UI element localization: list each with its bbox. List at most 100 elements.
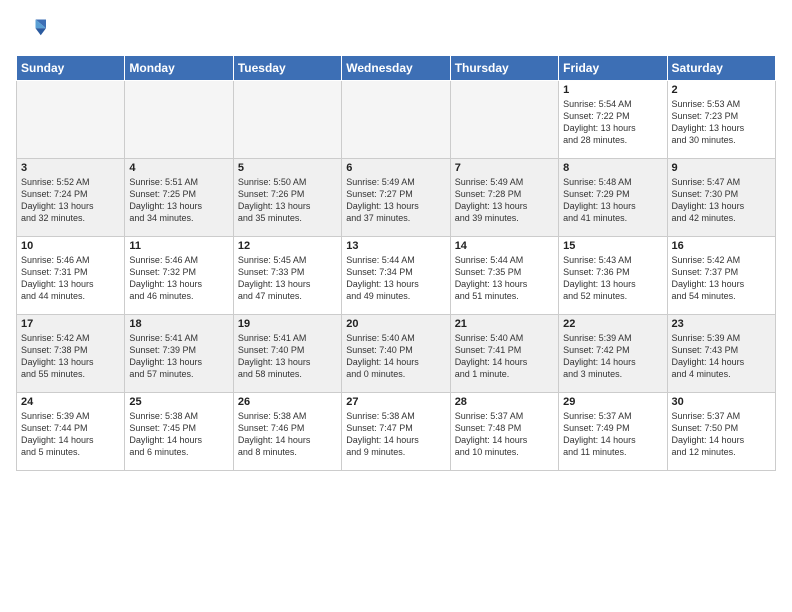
day-number: 16 (672, 240, 771, 252)
day-info: Sunrise: 5:53 AMSunset: 7:23 PMDaylight:… (672, 98, 771, 147)
page: SundayMondayTuesdayWednesdayThursdayFrid… (0, 0, 792, 612)
day-info: Sunrise: 5:51 AMSunset: 7:25 PMDaylight:… (129, 176, 228, 225)
day-header-thursday: Thursday (450, 56, 558, 81)
calendar-cell: 10 Sunrise: 5:46 AMSunset: 7:31 PMDayligh… (17, 237, 125, 315)
day-info: Sunrise: 5:43 AMSunset: 7:36 PMDaylight:… (563, 254, 662, 303)
calendar-cell: 13Sunrise: 5:44 AMSunset: 7:34 PMDayligh… (342, 237, 450, 315)
calendar-cell: 6 Sunrise: 5:49 AMSunset: 7:27 PMDaylight… (342, 159, 450, 237)
day-header-sunday: Sunday (17, 56, 125, 81)
calendar-cell: 15 Sunrise: 5:43 AMSunset: 7:36 PMDayligh… (559, 237, 667, 315)
calendar-cell (450, 81, 558, 159)
day-number: 22 (563, 318, 662, 330)
day-number: 6 (346, 162, 445, 174)
day-info: Sunrise: 5:49 AMSunset: 7:27 PMDaylight:… (346, 176, 445, 225)
day-info: Sunrise: 5:38 AMSunset: 7:46 PMDaylight:… (238, 410, 337, 459)
day-number: 3 (21, 162, 120, 174)
calendar-cell (125, 81, 233, 159)
day-info: Sunrise: 5:45 AMSunset: 7:33 PMDaylight:… (238, 254, 337, 303)
day-info: Sunrise: 5:42 AMSunset: 7:37 PMDaylight:… (672, 254, 771, 303)
calendar-cell: 27 Sunrise: 5:38 AMSunset: 7:47 PMDayligh… (342, 393, 450, 471)
day-header-saturday: Saturday (667, 56, 775, 81)
calendar-cell: 5Sunrise: 5:50 AMSunset: 7:26 PMDaylight… (233, 159, 341, 237)
calendar-cell: 19 Sunrise: 5:41 AMSunset: 7:40 PMDayligh… (233, 315, 341, 393)
calendar-cell: 21 Sunrise: 5:40 AMSunset: 7:41 PMDayligh… (450, 315, 558, 393)
calendar-cell: 16 Sunrise: 5:42 AMSunset: 7:37 PMDayligh… (667, 237, 775, 315)
calendar-week-5: 24 Sunrise: 5:39 AMSunset: 7:44 PMDayligh… (17, 393, 776, 471)
day-number: 17 (21, 318, 120, 330)
day-info: Sunrise: 5:52 AMSunset: 7:24 PMDaylight:… (21, 176, 120, 225)
day-info: Sunrise: 5:46 AMSunset: 7:31 PMDaylight:… (21, 254, 120, 303)
day-info: Sunrise: 5:42 AMSunset: 7:38 PMDaylight:… (21, 332, 120, 381)
logo (16, 16, 46, 49)
day-info: Sunrise: 5:37 AMSunset: 7:48 PMDaylight:… (455, 410, 554, 459)
logo-icon (18, 16, 46, 44)
calendar-cell: 1Sunrise: 5:54 AMSunset: 7:22 PMDaylight… (559, 81, 667, 159)
day-number: 20 (346, 318, 445, 330)
day-info: Sunrise: 5:41 AMSunset: 7:39 PMDaylight:… (129, 332, 228, 381)
calendar-week-1: 1Sunrise: 5:54 AMSunset: 7:22 PMDaylight… (17, 81, 776, 159)
calendar-cell: 24 Sunrise: 5:39 AMSunset: 7:44 PMDayligh… (17, 393, 125, 471)
day-info: Sunrise: 5:47 AMSunset: 7:30 PMDaylight:… (672, 176, 771, 225)
day-number: 23 (672, 318, 771, 330)
day-number: 24 (21, 396, 120, 408)
day-number: 12 (238, 240, 337, 252)
calendar-cell: 4Sunrise: 5:51 AMSunset: 7:25 PMDaylight… (125, 159, 233, 237)
day-header-friday: Friday (559, 56, 667, 81)
day-info: Sunrise: 5:39 AMSunset: 7:43 PMDaylight:… (672, 332, 771, 381)
day-number: 11 (129, 240, 228, 252)
day-number: 9 (672, 162, 771, 174)
calendar-cell: 23 Sunrise: 5:39 AMSunset: 7:43 PMDayligh… (667, 315, 775, 393)
calendar-cell: 8Sunrise: 5:48 AMSunset: 7:29 PMDaylight… (559, 159, 667, 237)
calendar-cell: 25 Sunrise: 5:38 AMSunset: 7:45 PMDayligh… (125, 393, 233, 471)
day-number: 26 (238, 396, 337, 408)
day-header-monday: Monday (125, 56, 233, 81)
calendar: SundayMondayTuesdayWednesdayThursdayFrid… (16, 55, 776, 471)
calendar-cell: 26 Sunrise: 5:38 AMSunset: 7:46 PMDayligh… (233, 393, 341, 471)
calendar-week-2: 3 Sunrise: 5:52 AMSunset: 7:24 PMDaylight… (17, 159, 776, 237)
day-info: Sunrise: 5:37 AMSunset: 7:49 PMDaylight:… (563, 410, 662, 459)
calendar-cell: 7Sunrise: 5:49 AMSunset: 7:28 PMDaylight… (450, 159, 558, 237)
calendar-cell: 3 Sunrise: 5:52 AMSunset: 7:24 PMDaylight… (17, 159, 125, 237)
day-number: 19 (238, 318, 337, 330)
calendar-cell (233, 81, 341, 159)
day-info: Sunrise: 5:39 AMSunset: 7:44 PMDaylight:… (21, 410, 120, 459)
day-info: Sunrise: 5:48 AMSunset: 7:29 PMDaylight:… (563, 176, 662, 225)
day-info: Sunrise: 5:37 AMSunset: 7:50 PMDaylight:… (672, 410, 771, 459)
day-header-wednesday: Wednesday (342, 56, 450, 81)
day-number: 15 (563, 240, 662, 252)
day-info: Sunrise: 5:38 AMSunset: 7:47 PMDaylight:… (346, 410, 445, 459)
calendar-cell: 9 Sunrise: 5:47 AMSunset: 7:30 PMDaylight… (667, 159, 775, 237)
day-info: Sunrise: 5:40 AMSunset: 7:40 PMDaylight:… (346, 332, 445, 381)
calendar-cell: 29 Sunrise: 5:37 AMSunset: 7:49 PMDayligh… (559, 393, 667, 471)
day-info: Sunrise: 5:41 AMSunset: 7:40 PMDaylight:… (238, 332, 337, 381)
day-info: Sunrise: 5:50 AMSunset: 7:26 PMDaylight:… (238, 176, 337, 225)
calendar-cell: 12 Sunrise: 5:45 AMSunset: 7:33 PMDayligh… (233, 237, 341, 315)
day-number: 21 (455, 318, 554, 330)
calendar-cell: 17 Sunrise: 5:42 AMSunset: 7:38 PMDayligh… (17, 315, 125, 393)
calendar-cell: 30Sunrise: 5:37 AMSunset: 7:50 PMDayligh… (667, 393, 775, 471)
day-number: 14 (455, 240, 554, 252)
day-info: Sunrise: 5:39 AMSunset: 7:42 PMDaylight:… (563, 332, 662, 381)
calendar-cell (342, 81, 450, 159)
calendar-cell: 2Sunrise: 5:53 AMSunset: 7:23 PMDaylight… (667, 81, 775, 159)
calendar-cell: 28Sunrise: 5:37 AMSunset: 7:48 PMDayligh… (450, 393, 558, 471)
calendar-cell: 11 Sunrise: 5:46 AMSunset: 7:32 PMDayligh… (125, 237, 233, 315)
day-number: 10 (21, 240, 120, 252)
header-area (16, 16, 776, 49)
day-number: 25 (129, 396, 228, 408)
day-number: 18 (129, 318, 228, 330)
calendar-cell (17, 81, 125, 159)
day-number: 27 (346, 396, 445, 408)
calendar-cell: 20 Sunrise: 5:40 AMSunset: 7:40 PMDayligh… (342, 315, 450, 393)
day-number: 7 (455, 162, 554, 174)
day-info: Sunrise: 5:40 AMSunset: 7:41 PMDaylight:… (455, 332, 554, 381)
day-info: Sunrise: 5:38 AMSunset: 7:45 PMDaylight:… (129, 410, 228, 459)
day-info: Sunrise: 5:54 AMSunset: 7:22 PMDaylight:… (563, 98, 662, 147)
calendar-week-3: 10 Sunrise: 5:46 AMSunset: 7:31 PMDayligh… (17, 237, 776, 315)
day-info: Sunrise: 5:44 AMSunset: 7:35 PMDaylight:… (455, 254, 554, 303)
day-info: Sunrise: 5:46 AMSunset: 7:32 PMDaylight:… (129, 254, 228, 303)
day-number: 29 (563, 396, 662, 408)
day-header-tuesday: Tuesday (233, 56, 341, 81)
calendar-cell: 18 Sunrise: 5:41 AMSunset: 7:39 PMDayligh… (125, 315, 233, 393)
day-number: 13 (346, 240, 445, 252)
